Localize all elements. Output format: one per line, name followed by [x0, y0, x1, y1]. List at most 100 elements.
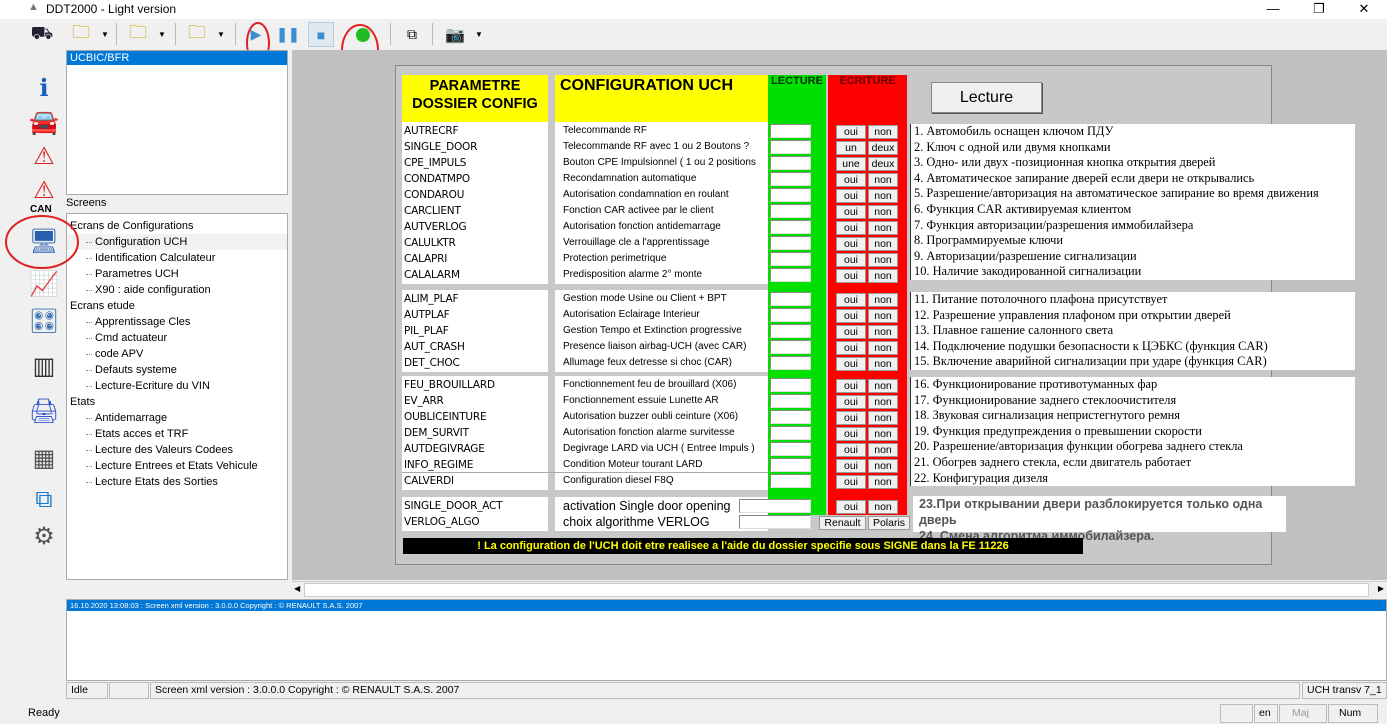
user-folder-icon[interactable]: 🗀 [125, 22, 151, 47]
write-non-button[interactable]: non [868, 427, 898, 441]
tree-item[interactable]: Configuration UCH [67, 234, 287, 250]
tree-item[interactable]: code APV [67, 346, 287, 362]
scrollbar-thumb[interactable] [304, 583, 1369, 597]
tree-item[interactable]: Antidemarrage [67, 410, 287, 426]
write-oui-button[interactable]: oui [836, 221, 866, 235]
info-icon[interactable]: ℹ [26, 71, 62, 105]
minimize-button[interactable]: — [1250, 0, 1296, 19]
write-oui-button[interactable]: oui [836, 411, 866, 425]
write-non-button[interactable]: non [868, 341, 898, 355]
write-oui-button[interactable]: oui [836, 427, 866, 441]
tree-item[interactable]: Cmd actuateur [67, 330, 287, 346]
external-window-icon[interactable]: ⧉ [26, 483, 62, 517]
camera-icon[interactable]: 📷 [442, 22, 468, 47]
write-non-button[interactable]: non [868, 357, 898, 371]
write-non-button[interactable]: non [868, 395, 898, 409]
write-oui-button[interactable]: oui [836, 125, 866, 139]
write-non-button[interactable]: non [868, 500, 898, 514]
write-non-button[interactable]: non [868, 325, 898, 339]
tree-item[interactable]: X90 : aide configuration [67, 282, 287, 298]
tree-item[interactable]: Lecture des Valeurs Codees [67, 442, 287, 458]
write-oui-button[interactable]: oui [836, 237, 866, 251]
scroll-right-icon[interactable]: ▶ [1378, 584, 1384, 593]
write-polaris-button[interactable]: Polaris [868, 516, 910, 530]
write-oui-button[interactable]: oui [836, 269, 866, 283]
write-non-button[interactable]: non [868, 173, 898, 187]
gear-icon[interactable]: ⚙ [26, 519, 62, 553]
tree-item[interactable]: Apprentissage Cles [67, 314, 287, 330]
chevron-down-icon[interactable]: ▼ [157, 22, 167, 47]
note-line: 23.При открывании двери разблокируется т… [919, 497, 1263, 527]
write-oui-button[interactable]: oui [836, 475, 866, 489]
write-oui-button[interactable]: oui [836, 189, 866, 203]
can-warning-icon[interactable]: ⚠ [26, 173, 62, 207]
write-non-button[interactable]: non [868, 237, 898, 251]
write-oui-button[interactable]: oui [836, 379, 866, 393]
chevron-down-icon[interactable]: ▼ [474, 22, 484, 47]
write-oui-button[interactable]: oui [836, 173, 866, 187]
tree-item[interactable]: Defauts systeme [67, 362, 287, 378]
write-non-button[interactable]: non [868, 205, 898, 219]
write-oui-button[interactable]: oui [836, 459, 866, 473]
tree-item[interactable]: Identification Calculateur [67, 250, 287, 266]
write-non-button[interactable]: non [868, 475, 898, 489]
horizontal-scrollbar[interactable]: ◀ ▶ [292, 581, 1387, 598]
write-renault-button[interactable]: Renault [819, 516, 866, 530]
log-entry[interactable]: 16.10.2020 13:08:03 : Screen xml version… [67, 600, 1386, 611]
write-non-button[interactable]: non [868, 379, 898, 393]
barcode-icon[interactable]: ▥ [26, 349, 62, 383]
write-non-button[interactable]: non [868, 443, 898, 457]
stop-icon[interactable]: ■ [308, 22, 334, 47]
write-oui-button[interactable]: oui [836, 253, 866, 267]
tree-item[interactable]: Lecture Entrees et Etats Vehicule [67, 458, 287, 474]
write-oui-button[interactable]: oui [836, 205, 866, 219]
tree-item[interactable]: Lecture Etats des Sorties [67, 474, 287, 490]
write-non-button[interactable]: non [868, 309, 898, 323]
write-non-button[interactable]: non [868, 459, 898, 473]
write-oui-button[interactable]: oui [836, 341, 866, 355]
ecu-list-item-selected[interactable]: UCBIC/BFR [67, 51, 287, 65]
chevron-down-icon[interactable]: ▼ [216, 22, 226, 47]
tree-group[interactable]: Etats [67, 394, 287, 410]
binoculars-can-icon[interactable]: ⛟ [29, 22, 55, 47]
ecu-list[interactable]: UCBIC/BFR [66, 50, 288, 195]
write-oui-button[interactable]: oui [836, 309, 866, 323]
popout-window-icon[interactable]: ⧉ [399, 22, 425, 47]
write-une-button[interactable]: une [836, 157, 866, 171]
write-un-button[interactable]: un [836, 141, 866, 155]
write-oui-button[interactable]: oui [836, 395, 866, 409]
pause-icon[interactable]: ❚❚ [275, 22, 301, 47]
write-deux-button[interactable]: deux [868, 157, 898, 171]
vehicle-folder-icon[interactable]: 🗀 [68, 22, 94, 47]
tree-item[interactable]: Parametres UCH [67, 266, 287, 282]
write-non-button[interactable]: non [868, 221, 898, 235]
close-button[interactable]: ✕ [1341, 0, 1387, 19]
chevron-down-icon[interactable]: ▼ [100, 22, 110, 47]
tree-group[interactable]: Ecrans etude [67, 298, 287, 314]
scroll-left-icon[interactable]: ◀ [294, 584, 300, 593]
control-panel-icon[interactable]: 🎛 [26, 304, 62, 338]
write-deux-button[interactable]: deux [868, 141, 898, 155]
write-non-button[interactable]: non [868, 189, 898, 203]
lecture-value-field [770, 236, 811, 250]
write-oui-button[interactable]: oui [836, 443, 866, 457]
vehicle-icon[interactable]: 🚘 [26, 105, 62, 139]
write-oui-button[interactable]: oui [836, 325, 866, 339]
window-folder-icon[interactable]: 🗀 [184, 22, 210, 47]
write-non-button[interactable]: non [868, 293, 898, 307]
tree-item[interactable]: Lecture-Ecriture du VIN [67, 378, 287, 394]
write-oui-button[interactable]: oui [836, 357, 866, 371]
write-oui-button[interactable]: oui [836, 500, 866, 514]
write-oui-button[interactable]: oui [836, 293, 866, 307]
write-non-button[interactable]: non [868, 269, 898, 283]
tree-item[interactable]: Etats acces et TRF [67, 426, 287, 442]
chip-icon[interactable]: ▦ [26, 441, 62, 475]
write-non-button[interactable]: non [868, 253, 898, 267]
tree-group[interactable]: Ecrans de Configurations [67, 218, 287, 234]
restore-button[interactable]: ❐ [1296, 0, 1342, 19]
warning-icon[interactable]: ⚠ [26, 139, 62, 173]
ecu-program-icon[interactable]: 🖨 [26, 394, 62, 428]
lecture-button[interactable]: Lecture [931, 82, 1042, 113]
write-non-button[interactable]: non [868, 411, 898, 425]
write-non-button[interactable]: non [868, 125, 898, 139]
